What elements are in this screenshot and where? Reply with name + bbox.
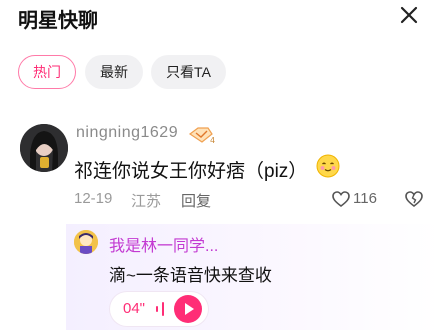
level-badge-icon: 4 <box>188 127 215 144</box>
play-button[interactable] <box>174 295 202 323</box>
play-icon <box>185 303 194 315</box>
header: 明星快聊 <box>0 0 440 34</box>
voice-duration: 04" <box>123 300 146 317</box>
avatar-image <box>20 124 68 172</box>
smiling-face-emoji-icon <box>316 154 340 178</box>
tab-only-ta[interactable]: 只看TA <box>151 55 226 89</box>
reply-avatar-image <box>74 230 98 254</box>
page-title: 明星快聊 <box>18 10 98 32</box>
comment-page: 明星快聊 热门 最新 只看TA ningning1629 4 祁连你说女王你好痞… <box>0 0 440 330</box>
svg-text:4: 4 <box>210 136 215 144</box>
tab-latest[interactable]: 最新 <box>85 55 143 89</box>
heart-icon[interactable] <box>331 189 351 209</box>
comment-text: 祁连你说女王你好痞（piz） <box>74 161 308 182</box>
broken-heart-icon[interactable] <box>404 189 424 209</box>
tab-hot[interactable]: 热门 <box>18 55 76 89</box>
reply-username[interactable]: 我是林一同学... <box>109 232 218 256</box>
reply-avatar[interactable] <box>74 230 98 254</box>
reply-text: 滴~一条语音快来查收 <box>109 266 272 285</box>
close-icon[interactable] <box>396 2 422 28</box>
comment-date: 12-19 <box>74 190 113 207</box>
comment-location: 江苏 <box>131 193 162 210</box>
avatar[interactable] <box>20 124 68 172</box>
like-count: 116 <box>353 190 377 207</box>
sound-wave-icon <box>156 302 164 316</box>
comment-username[interactable]: ningning1629 <box>76 124 178 142</box>
reply-button[interactable]: 回复 <box>181 190 211 211</box>
